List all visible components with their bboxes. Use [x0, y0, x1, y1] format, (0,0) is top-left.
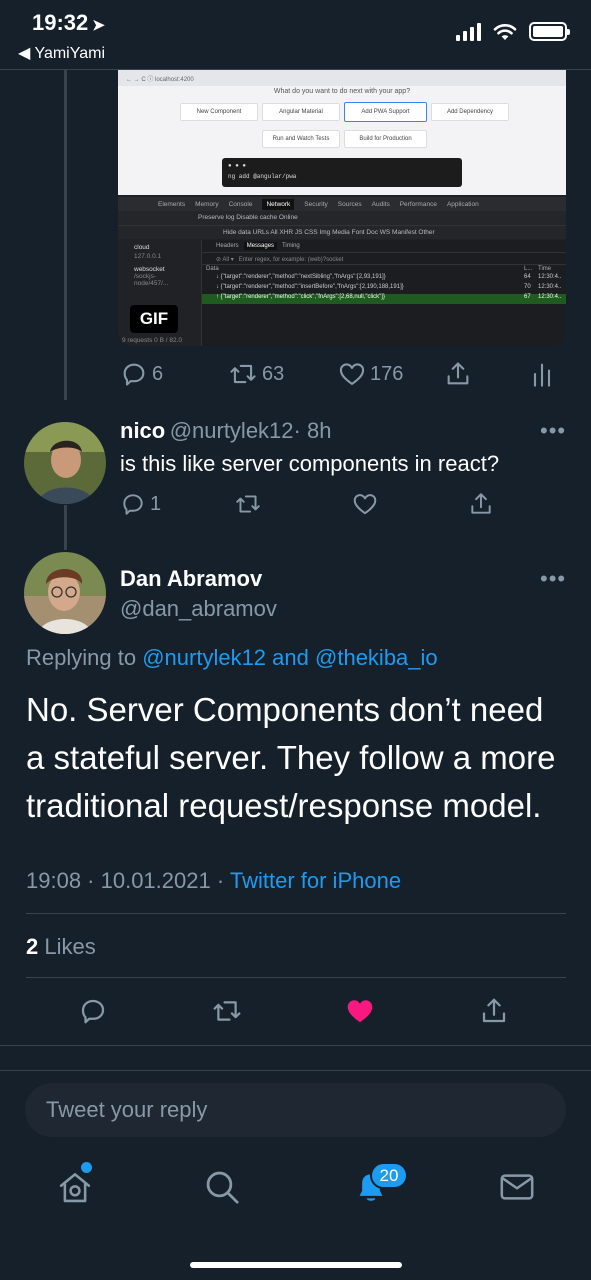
- battery-icon: [529, 22, 570, 41]
- heart-icon: [353, 494, 377, 515]
- retweet-icon: [236, 495, 260, 513]
- search-icon: [206, 1171, 239, 1204]
- reply-count: 6: [152, 362, 164, 385]
- media-chip: Add PWA Support: [344, 102, 427, 122]
- retweet-icon: [230, 364, 256, 384]
- notifications-badge: 20: [370, 1162, 408, 1189]
- media-chip: Build for Production: [344, 130, 427, 148]
- tab-messages[interactable]: [498, 1170, 536, 1209]
- share-button[interactable]: [444, 360, 472, 388]
- media-question: What do you want to do next with your ap…: [273, 88, 411, 95]
- tweet-meta: 19:08 · 10.01.2021 · Twitter for iPhone: [26, 868, 401, 894]
- media-chip: Run and Watch Tests: [262, 130, 340, 148]
- location-arrow-icon: ➤: [92, 17, 105, 34]
- media-terminal: ● ● ● ng add @angular/pwa: [222, 158, 462, 187]
- retweet-icon: [213, 1001, 241, 1021]
- share-button[interactable]: [468, 491, 494, 517]
- home-unread-dot: [81, 1162, 92, 1173]
- tweet-source-link[interactable]: Twitter for iPhone: [230, 868, 401, 893]
- share-icon: [482, 998, 506, 1023]
- retweet-button[interactable]: [211, 996, 243, 1026]
- author-name[interactable]: Dan Abramov: [120, 566, 262, 592]
- heart-icon: [339, 363, 365, 385]
- media-chip: Angular Material: [262, 103, 340, 121]
- media-url: localhost:4200: [155, 77, 194, 83]
- likes-label: Likes: [44, 934, 96, 959]
- media-app-area: ← → C ⓘ localhost:4200 What do you want …: [118, 70, 566, 195]
- reply-icon: [81, 999, 105, 1024]
- tweet-timestamp: 19:08 · 10.01.2021 ·: [26, 868, 225, 893]
- mail-icon: [500, 1174, 534, 1200]
- avatar-nico[interactable]: [24, 422, 106, 504]
- reply-icon: [123, 363, 145, 386]
- author-handle[interactable]: @dan_abramov: [120, 596, 277, 622]
- tweet-text: No. Server Components don’t need a state…: [26, 691, 556, 824]
- reply-author-name[interactable]: nico: [120, 418, 165, 443]
- media-messages-pane: Headers Messages Timing ⊘ All ▾ Enter re…: [202, 240, 566, 346]
- share-icon: [447, 362, 469, 385]
- retweet-button[interactable]: 63: [228, 360, 284, 388]
- reply-button[interactable]: 6: [120, 360, 163, 388]
- reply-author-handle[interactable]: @nurtylek12: [170, 418, 294, 443]
- tab-home[interactable]: [56, 1162, 94, 1211]
- avatar-dan-abramov[interactable]: [24, 552, 106, 634]
- like-button[interactable]: 176: [338, 360, 403, 388]
- tweet-media-gif[interactable]: ← → C ⓘ localhost:4200 What do you want …: [118, 70, 566, 346]
- composer-divider: [0, 1070, 591, 1071]
- tab-search[interactable]: [203, 1168, 241, 1211]
- back-triangle-icon: ◀: [18, 45, 31, 62]
- back-app-label: YamiYami: [34, 45, 105, 62]
- home-icon: [59, 1173, 91, 1203]
- analytics-icon: [533, 363, 551, 387]
- status-indicators: [456, 22, 570, 41]
- heart-filled-icon: [347, 1000, 373, 1023]
- analytics-button[interactable]: [530, 360, 554, 388]
- likes-count: 2: [26, 934, 39, 959]
- media-terminal-command: ng add @angular/pwa: [228, 173, 297, 180]
- divider: [0, 1045, 591, 1046]
- media-chip: Add Dependency: [431, 103, 509, 121]
- replying-to: Replying to @nurtylek12 and @thekiba_io: [26, 645, 438, 670]
- home-indicator: [190, 1262, 402, 1268]
- media-browser-bar: ← → C ⓘ localhost:4200: [118, 70, 566, 86]
- reply-button[interactable]: 1: [120, 491, 161, 517]
- cellular-signal-icon: [456, 22, 481, 41]
- wifi-icon: [493, 23, 517, 40]
- status-time: 19:32 ➤: [32, 10, 105, 36]
- retweet-button[interactable]: [234, 491, 262, 517]
- media-devtools-tabs: Elements Memory Console Network Security…: [118, 197, 566, 211]
- reply-icon: [123, 494, 143, 515]
- share-icon: [471, 493, 491, 514]
- like-count: 176: [370, 362, 404, 385]
- thread-line: [64, 70, 67, 400]
- reply-tweet-text: is this like server components in react?: [120, 451, 500, 476]
- tweet-more-button[interactable]: •••: [540, 566, 566, 592]
- thread-line: [64, 505, 67, 550]
- media-devtools-filters: Hide data URLs All XHR JS CSS Img Media …: [118, 225, 566, 239]
- media-message-row: ↑ {"target":"renderer","method":"click",…: [202, 294, 566, 304]
- like-button-active[interactable]: [344, 996, 376, 1026]
- divider: [26, 977, 566, 978]
- likes-summary[interactable]: 2 Likes: [26, 934, 96, 960]
- mention-link[interactable]: @nurtylek12: [142, 645, 266, 670]
- retweet-count: 63: [262, 362, 285, 385]
- media-devtools-toolbar: Preserve log Disable cache Online: [118, 211, 566, 225]
- reply-tweet-header: nico @nurtylek12· 8h: [120, 418, 331, 444]
- like-button[interactable]: [352, 491, 378, 517]
- reply-button[interactable]: [78, 996, 108, 1026]
- divider: [26, 913, 566, 914]
- media-message-row: ↓ {"target":"renderer","method":"nextSib…: [216, 274, 562, 280]
- reply-count: 1: [150, 492, 162, 515]
- mention-link[interactable]: @thekiba_io: [315, 645, 438, 670]
- media-chip: New Component: [180, 103, 258, 121]
- gif-badge: GIF: [130, 305, 178, 333]
- reply-input[interactable]: Tweet your reply: [25, 1083, 566, 1137]
- status-time-text: 19:32: [32, 10, 89, 35]
- share-button[interactable]: [479, 996, 509, 1026]
- media-message-row: ↓ {"target":"renderer","method":"insertB…: [216, 284, 562, 290]
- back-to-app-link[interactable]: ◀ YamiYami: [18, 43, 105, 63]
- reply-time: · 8h: [293, 418, 332, 443]
- reply-more-button[interactable]: •••: [540, 418, 566, 444]
